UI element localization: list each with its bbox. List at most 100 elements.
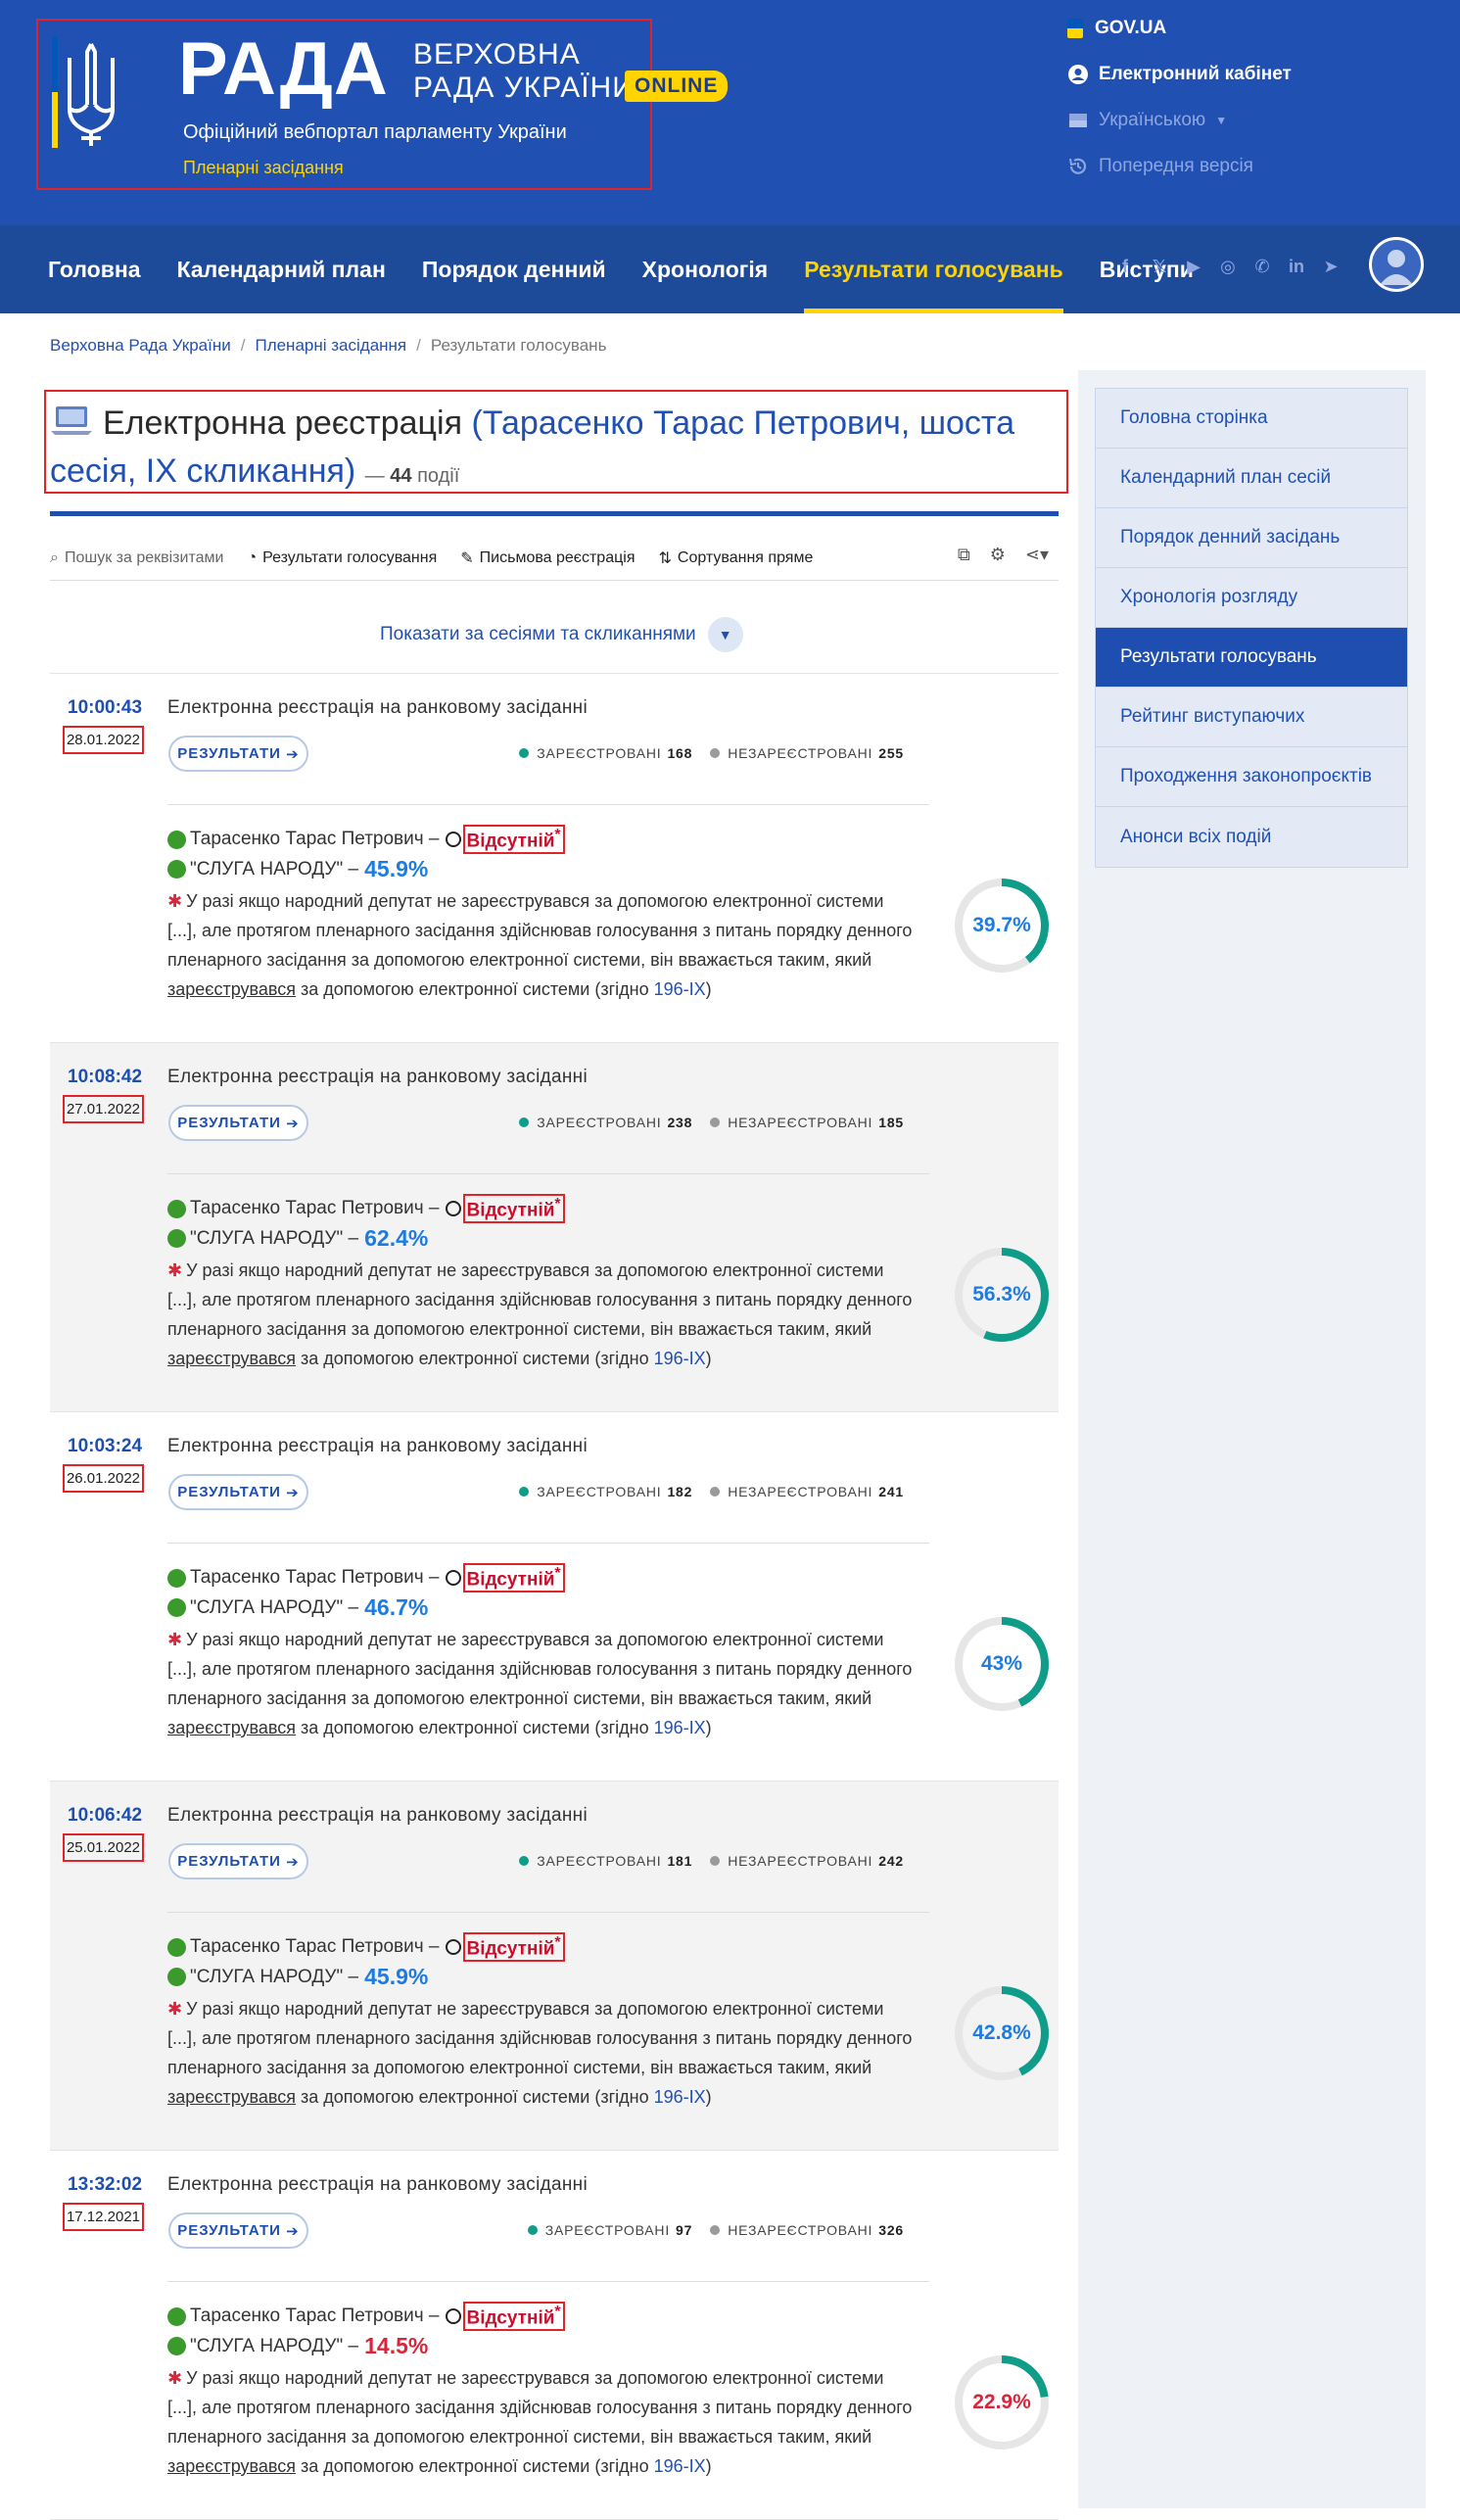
event-time: 10:03:24: [68, 1436, 143, 1456]
results-button[interactable]: РЕЗУЛЬТАТИ ➔: [168, 1474, 308, 1510]
results-button[interactable]: РЕЗУЛЬТАТИ ➔: [168, 736, 308, 772]
sidebar-item[interactable]: Хронологія розгляду: [1096, 568, 1407, 628]
portal-subtitle: Офіційний вебпортал парламенту України: [183, 121, 567, 143]
asterisk-icon: ✱: [167, 1630, 183, 1649]
event-row: 10:06:42 25.01.2022 Електронна реєстраці…: [50, 1782, 1059, 2151]
facebook-icon[interactable]: f: [1113, 255, 1137, 278]
law-link[interactable]: 196-IX: [654, 979, 706, 999]
event-row: 10:08:42 27.01.2022 Електронна реєстраці…: [50, 1043, 1059, 1412]
registered-count: 181: [667, 1853, 693, 1869]
results-button[interactable]: РЕЗУЛЬТАТИ ➔: [168, 1105, 308, 1141]
green-dot-icon: [167, 1937, 186, 1957]
breadcrumb-home[interactable]: Верховна Рада України: [50, 336, 231, 355]
breadcrumb-plenary[interactable]: Пленарні засідання: [255, 336, 406, 355]
nav-item[interactable]: Головна: [48, 225, 141, 313]
written-registration-button[interactable]: ✎ Письмова реєстрація: [460, 548, 635, 568]
registration-note: ✱ У разі якщо народний депутат не зареєст…: [167, 891, 913, 999]
party-result: "СЛУГА НАРОДУ" –46.7%: [167, 1594, 428, 1621]
sidebar-item[interactable]: Головна сторінка: [1096, 389, 1407, 449]
green-dot-icon: [167, 1598, 186, 1617]
share-icon[interactable]: ⋖▾: [1025, 545, 1049, 565]
event-divider: [167, 1912, 929, 1913]
telegram-icon[interactable]: ➤: [1319, 255, 1342, 278]
arrow-right-icon: ➔: [286, 1484, 300, 1501]
empty-circle-icon: [445, 1570, 461, 1587]
language-flag-icon: [1069, 114, 1087, 127]
registered-count: 182: [667, 1484, 693, 1499]
sidebar-item[interactable]: Проходження законопроєктів: [1096, 747, 1407, 807]
unregistered-dot-icon: [710, 1856, 721, 1866]
user-circle-icon: [1068, 65, 1088, 84]
law-link[interactable]: 196-IX: [654, 2087, 706, 2107]
gov-ua-link[interactable]: GOV.UA: [1067, 14, 1292, 43]
sort-button[interactable]: ⇅ Сортування пряме: [658, 548, 813, 568]
nav-item[interactable]: Результати голосувань: [804, 225, 1063, 313]
sidebar-item[interactable]: Анонси всіх подій: [1096, 807, 1407, 867]
event-divider: [167, 2281, 929, 2282]
nav-item[interactable]: Хронологія: [642, 225, 769, 313]
user-avatar-button[interactable]: [1369, 237, 1424, 292]
gauge-percent: 43%: [980, 1652, 1023, 1675]
voting-results-button[interactable]: ◔ Результати голосування: [247, 549, 437, 567]
party-result: "СЛУГА НАРОДУ" –45.9%: [167, 856, 428, 882]
previous-version-link[interactable]: Попередня версія: [1067, 152, 1292, 181]
window-restore-icon[interactable]: ⧉: [958, 545, 970, 565]
unregistered-count: 185: [878, 1115, 904, 1130]
event-title: Електронна реєстрація на ранковому засід…: [167, 1067, 588, 1087]
deputy-status: Тарасенко Тарас Петрович – Відсутній*: [167, 1194, 565, 1224]
registered-dot-icon: [519, 1487, 530, 1497]
event-time: 10:08:42: [68, 1067, 143, 1087]
party-percent: 46.7%: [364, 1594, 429, 1620]
show-sessions-toggle[interactable]: Показати за сесіями та скликаннями ▼: [380, 617, 743, 652]
plenary-link[interactable]: Пленарні засідання: [183, 158, 344, 178]
registration-stats: ЗАРЕЄСТРОВАНІ 238 НЕЗАРЕЄСТРОВАНІ 185: [519, 1115, 921, 1130]
absent-badge: Відсутній*: [462, 2302, 565, 2332]
law-link[interactable]: 196-IX: [654, 1349, 706, 1368]
cabinet-link[interactable]: Електронний кабінет: [1067, 60, 1292, 89]
edit-icon: ✎: [460, 550, 474, 567]
asterisk-icon: ✱: [167, 1260, 183, 1280]
empty-circle-icon: [445, 1939, 461, 1956]
results-button[interactable]: РЕЗУЛЬТАТИ ➔: [168, 2212, 308, 2249]
results-button[interactable]: РЕЗУЛЬТАТИ ➔: [168, 1843, 308, 1879]
arrow-right-icon: ➔: [286, 745, 300, 763]
registered-dot-icon: [519, 748, 530, 758]
linkedin-icon[interactable]: in: [1285, 255, 1308, 278]
unregistered-count: 242: [878, 1853, 904, 1869]
search-requisites-button[interactable]: ⌕ Пошук за реквізитами: [50, 549, 223, 567]
whatsapp-icon[interactable]: ✆: [1250, 255, 1274, 278]
sidebar-menu: Головна сторінка Календарний план сесій По…: [1095, 388, 1408, 868]
search-icon: ⌕: [50, 549, 59, 566]
event-title: Електронна реєстрація на ранковому засід…: [167, 1805, 588, 1826]
registration-stats: ЗАРЕЄСТРОВАНІ 168 НЕЗАРЕЄСТРОВАНІ 255: [519, 745, 921, 761]
sidebar-item[interactable]: Рейтинг виступаючих: [1096, 688, 1407, 747]
law-link[interactable]: 196-IX: [654, 1718, 706, 1737]
sidebar-item[interactable]: Календарний план сесій: [1096, 449, 1407, 508]
unregistered-count: 326: [878, 2222, 904, 2238]
event-title: Електронна реєстрація на ранковому засід…: [167, 697, 588, 718]
absent-badge: Відсутній*: [462, 1563, 565, 1593]
nav-item[interactable]: Календарний план: [177, 225, 386, 313]
nav-item[interactable]: Порядок денний: [422, 225, 606, 313]
language-select[interactable]: Українською ▼: [1067, 106, 1292, 135]
sidebar-item[interactable]: Результати голосувань: [1096, 628, 1407, 688]
breadcrumb: Верховна Рада України / Пленарні засідання…: [50, 336, 607, 355]
brand-logo-link[interactable]: РАДА ВЕРХОВНА РАДА УКРАЇНИ Офіційний веб…: [36, 19, 652, 190]
youtube-icon[interactable]: ▶: [1182, 255, 1205, 278]
sidebar: Головна сторінка Календарний план сесій По…: [1078, 370, 1426, 2508]
x-icon[interactable]: 𝕏: [1148, 255, 1171, 278]
sidebar-item[interactable]: Порядок денний засідань: [1096, 508, 1407, 568]
registered-count: 168: [667, 745, 693, 761]
instagram-icon[interactable]: ◎: [1216, 255, 1240, 278]
registered-count: 97: [676, 2222, 693, 2238]
green-dot-icon: [167, 2306, 186, 2326]
nav-items: Головна Календарний план Порядок денний Хро…: [48, 225, 1230, 313]
registered-dot-icon: [519, 1856, 530, 1866]
party-result: "СЛУГА НАРОДУ" –62.4%: [167, 1225, 428, 1252]
empty-circle-icon: [445, 2308, 461, 2325]
law-link[interactable]: 196-IX: [654, 2456, 706, 2476]
settings-icon[interactable]: ⚙: [990, 545, 1006, 565]
event-row: 10:03:24 26.01.2022 Електронна реєстраці…: [50, 1412, 1059, 1782]
absent-badge: Відсутній*: [462, 825, 565, 855]
main-nav: Головна Календарний план Порядок денний Хро…: [0, 225, 1460, 313]
